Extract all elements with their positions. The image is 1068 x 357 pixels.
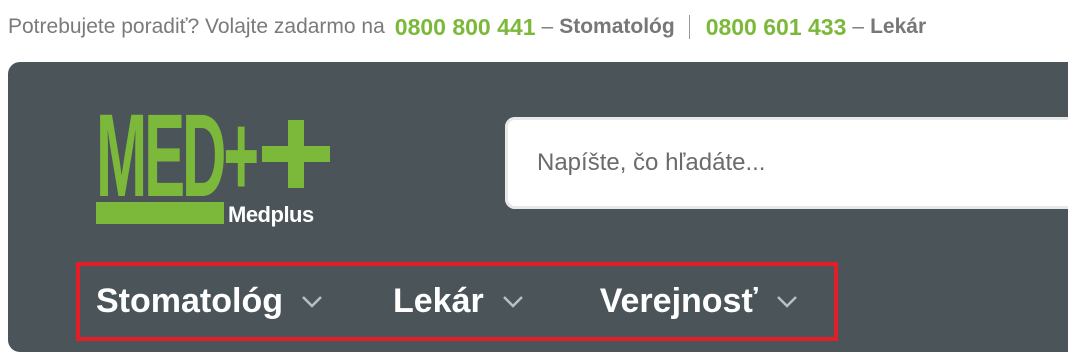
nav-item-label: Lekár <box>392 282 484 320</box>
dentist-phone-label: Stomatológ <box>559 15 675 38</box>
nav-item-label: Verejnosť <box>599 282 758 320</box>
dash-separator: – <box>541 15 554 38</box>
plus-vertical <box>288 120 304 188</box>
main-nav: Stomatológ Lekár Verejnosť <box>76 262 838 341</box>
logo-subtitle: Medplus <box>228 202 314 227</box>
nav-item-lekar[interactable]: Lekár <box>393 282 524 321</box>
doctor-phone-link[interactable]: 0800 601 433 <box>706 14 847 41</box>
doctor-phone-label: Lekár <box>870 15 927 38</box>
chevron-down-icon <box>302 295 322 308</box>
help-intro-text: Potrebujete poradiť? Volajte zadarmo na <box>8 15 385 38</box>
nav-item-verejnost[interactable]: Verejnosť <box>600 282 798 321</box>
search-box[interactable] <box>505 117 1068 209</box>
help-bar: Potrebujete poradiť? Volajte zadarmo na … <box>8 12 926 42</box>
divider <box>688 15 690 39</box>
chevron-down-icon <box>776 295 797 308</box>
nav-item-label: Stomatológ <box>96 282 283 320</box>
chevron-down-icon <box>502 295 523 308</box>
medplus-logo[interactable]: MED+ Medplus <box>96 104 336 234</box>
logo-underline-bar <box>96 202 224 224</box>
nav-item-stomatolog[interactable]: Stomatológ <box>96 282 323 321</box>
dentist-phone-link[interactable]: 0800 800 441 <box>395 14 536 41</box>
dash-separator: – <box>852 15 865 38</box>
page: Potrebujete poradiť? Volajte zadarmo na … <box>0 0 1068 357</box>
site-header: MED+ Medplus Stomatológ Lekár <box>8 62 1068 352</box>
search-input[interactable] <box>535 148 1059 178</box>
